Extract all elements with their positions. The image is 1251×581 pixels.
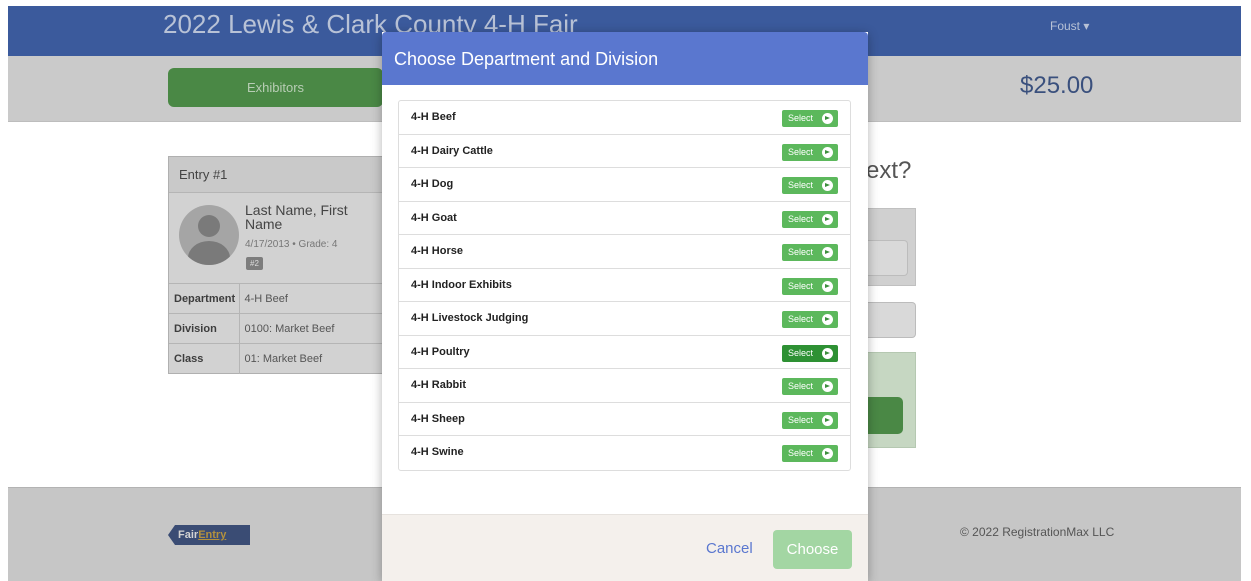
department-list: 4-H Beef Select 4-H Dairy Cattle Select … <box>398 100 851 471</box>
select-button[interactable]: Select <box>782 311 838 328</box>
list-item: 4-H Indoor Exhibits Select <box>399 269 850 302</box>
select-label: Select <box>788 146 814 157</box>
table-row: Department 4-H Beef <box>169 283 382 314</box>
avatar-icon <box>179 205 239 265</box>
class-value: 01: Market Beef <box>239 343 382 374</box>
list-item: 4-H Goat Select <box>399 202 850 235</box>
department-label: 4-H Livestock Judging <box>411 312 529 324</box>
modal-title: Choose Department and Division <box>394 49 659 69</box>
arrow-right-circle-icon <box>822 213 833 225</box>
choose-button[interactable]: Choose <box>773 530 852 569</box>
fairentry-logo: FairEntry <box>168 525 250 545</box>
arrow-right-circle-icon <box>822 448 833 459</box>
list-item: 4-H Dairy Cattle Select <box>399 135 850 168</box>
department-value: 4-H Beef <box>239 283 382 314</box>
arrow-right-circle-icon <box>822 381 833 392</box>
select-label: Select <box>788 180 814 190</box>
cart-total: $25.00 <box>1020 72 1094 99</box>
division-value: 0100: Market Beef <box>239 313 382 344</box>
department-label: 4-H Beef <box>411 111 456 123</box>
department-key: Department <box>169 283 240 314</box>
arrow-right-circle-icon <box>822 314 833 325</box>
select-label: Select <box>788 213 814 224</box>
arrow-right-circle-icon <box>822 180 833 191</box>
department-label: 4-H Dairy Cattle <box>411 144 493 157</box>
select-button[interactable]: Select <box>782 445 838 462</box>
department-label: 4-H Indoor Exhibits <box>411 278 512 291</box>
select-label: Select <box>788 448 814 458</box>
department-label: 4-H Dog <box>411 178 454 190</box>
table-row: Class 01: Market Beef <box>169 343 382 374</box>
list-item: 4-H Beef Select <box>399 101 850 135</box>
select-button[interactable]: Select <box>782 378 838 395</box>
list-item: 4-H Dog Select <box>399 168 850 202</box>
class-key: Class <box>169 343 240 374</box>
exhibitor-name: Last Name, First Name <box>245 202 348 232</box>
arrow-right-circle-icon <box>822 247 833 258</box>
arrow-right-circle-icon <box>822 113 833 124</box>
option-input[interactable] <box>866 240 908 276</box>
logo-fair-text: Fair <box>178 529 199 541</box>
arrow-right-circle-icon <box>822 347 833 359</box>
entry-details-table: Department 4-H Beef Division 0100: Marke… <box>169 283 382 374</box>
arrow-right-circle-icon <box>822 280 833 292</box>
department-label: 4-H Swine <box>411 446 464 458</box>
arrow-right-circle-icon <box>822 414 833 426</box>
cancel-button[interactable]: Cancel <box>706 540 753 557</box>
select-label: Select <box>788 280 814 291</box>
continue-button[interactable] <box>866 397 903 434</box>
modal-header: Choose Department and Division <box>382 32 868 85</box>
select-button[interactable]: Select <box>782 110 838 127</box>
copyright: © 2022 RegistrationMax LLC <box>960 525 1115 539</box>
table-row: Division 0100: Market Beef <box>169 313 382 344</box>
choose-department-modal: Choose Department and Division 4-H Beef … <box>382 32 868 581</box>
list-item: 4-H Livestock Judging Select <box>399 302 850 336</box>
user-menu[interactable]: Foust ▾ <box>1050 19 1089 33</box>
select-button[interactable]: Select <box>782 177 838 194</box>
department-label: 4-H Goat <box>411 211 457 224</box>
select-button[interactable]: Select <box>782 411 838 429</box>
entry-badge: #2 <box>246 257 263 270</box>
select-label: Select <box>788 113 814 123</box>
list-item: 4-H Swine Select <box>399 436 850 470</box>
select-button[interactable]: Select <box>782 210 838 228</box>
select-button[interactable]: Select <box>782 277 838 295</box>
list-item: 4-H Poultry Select <box>399 336 850 369</box>
select-label: Select <box>788 414 814 425</box>
department-label: 4-H Horse <box>411 245 463 257</box>
select-label: Select <box>788 314 814 324</box>
arrow-right-circle-icon <box>822 146 833 158</box>
exhibitors-tab[interactable]: Exhibitors <box>168 68 383 107</box>
department-label: 4-H Sheep <box>411 412 465 425</box>
select-label: Select <box>788 247 814 257</box>
select-label: Select <box>788 347 814 358</box>
select-button[interactable]: Select <box>782 244 838 261</box>
division-key: Division <box>169 313 240 344</box>
select-button[interactable]: Select <box>782 143 838 161</box>
option-input-2[interactable] <box>866 302 916 338</box>
list-item: 4-H Rabbit Select <box>399 369 850 403</box>
select-label: Select <box>788 381 814 391</box>
list-item: 4-H Horse Select <box>399 235 850 269</box>
exhibitor-meta: 4/17/2013 • Grade: 4 <box>245 239 338 250</box>
entry-card: Entry #1 Last Name, First Name 4/17/2013… <box>168 156 383 374</box>
department-label: 4-H Poultry <box>411 345 470 358</box>
department-label: 4-H Rabbit <box>411 379 466 391</box>
list-item: 4-H Sheep Select <box>399 403 850 436</box>
logo-entry-text: Entry <box>198 529 227 541</box>
entry-title: Entry #1 <box>169 157 382 193</box>
select-button[interactable]: Select <box>782 344 838 362</box>
next-question-heading: ext? <box>866 157 912 184</box>
modal-footer: Cancel Choose <box>382 514 868 581</box>
